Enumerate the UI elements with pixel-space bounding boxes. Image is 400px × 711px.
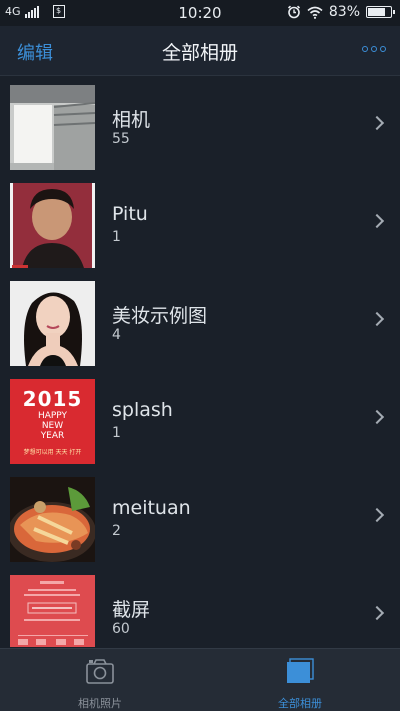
more-dots-icon[interactable] [362,46,386,52]
chevron-right-icon [369,311,385,327]
chevron-right-icon [369,213,385,229]
wifi-icon [307,6,323,19]
album-row-screenshots[interactable]: 截屏 60 [0,567,400,647]
album-row-makeup[interactable]: 美妆示例图 4 [0,273,400,371]
more-dot [362,46,368,52]
chevron-right-icon [369,507,385,523]
status-bar: 4G $ 10:20 83% [0,0,400,26]
album-name: 相机 [112,109,151,131]
chevron-right-icon [369,409,385,425]
album-count: 1 [112,229,121,245]
splash-caption: 梦想可以用 天天 打开 [23,449,82,456]
album-thumbnail [10,85,95,170]
battery-percent: 83% [328,4,360,20]
page-title: 全部相册 [161,42,238,64]
alarm-icon [287,5,300,19]
album-row-splash[interactable]: 2015 HAPPY NEW YEAR 梦想可以用 天天 打开 splash 1 [0,371,400,469]
album-thumbnail [10,183,95,268]
album-count: 55 [112,131,130,147]
album-name: Pitu [112,203,148,225]
album-count: 4 [112,327,121,343]
tab-label: 相机照片 [78,697,122,710]
album-thumbnail [10,281,95,366]
battery-fill [368,8,385,16]
album-row-camera[interactable]: 相机 55 [0,77,400,175]
splash-line2: NEW [41,421,64,431]
album-list: 相机 55 Pitu 1 美妆示例图 4 2015 HAPPY NEW YEAR… [0,77,400,647]
battery-icon [366,6,395,18]
tab-all-albums[interactable]: 全部相册 [200,649,400,711]
album-thumbnail [10,477,95,562]
album-name: 美妆示例图 [112,305,208,327]
album-row-pitu[interactable]: Pitu 1 [0,175,400,273]
more-dot [380,46,386,52]
album-count: 1 [112,425,121,441]
album-count: 60 [112,621,130,637]
album-thumbnail: 2015 HAPPY NEW YEAR 梦想可以用 天天 打开 [10,379,95,464]
tab-bar: 相机照片 全部相册 [0,648,400,711]
splash-line3: YEAR [40,431,65,441]
album-name: meituan [112,497,191,519]
album-row-meituan[interactable]: meituan 2 [0,469,400,567]
camera-icon [86,659,114,684]
chevron-right-icon [369,605,385,621]
album-name: splash [112,399,173,421]
nav-bar: 编辑 全部相册 [0,26,400,76]
room-photo [10,85,95,170]
album-count: 2 [112,523,121,539]
album-name: 截屏 [112,599,151,621]
more-dot [371,46,377,52]
selfie-photo [10,183,95,268]
status-right: 83% [287,4,395,20]
albums-icon [287,658,314,683]
food-photo [10,477,95,562]
album-thumbnail [10,575,95,647]
red-screenshot [10,575,95,647]
tab-camera-photos[interactable]: 相机照片 [0,649,200,711]
tab-label: 全部相册 [278,697,322,710]
portrait-photo [10,281,95,366]
chevron-right-icon [369,115,385,131]
splash-line1: HAPPY [37,411,68,421]
splash-year: 2015 [22,387,83,411]
